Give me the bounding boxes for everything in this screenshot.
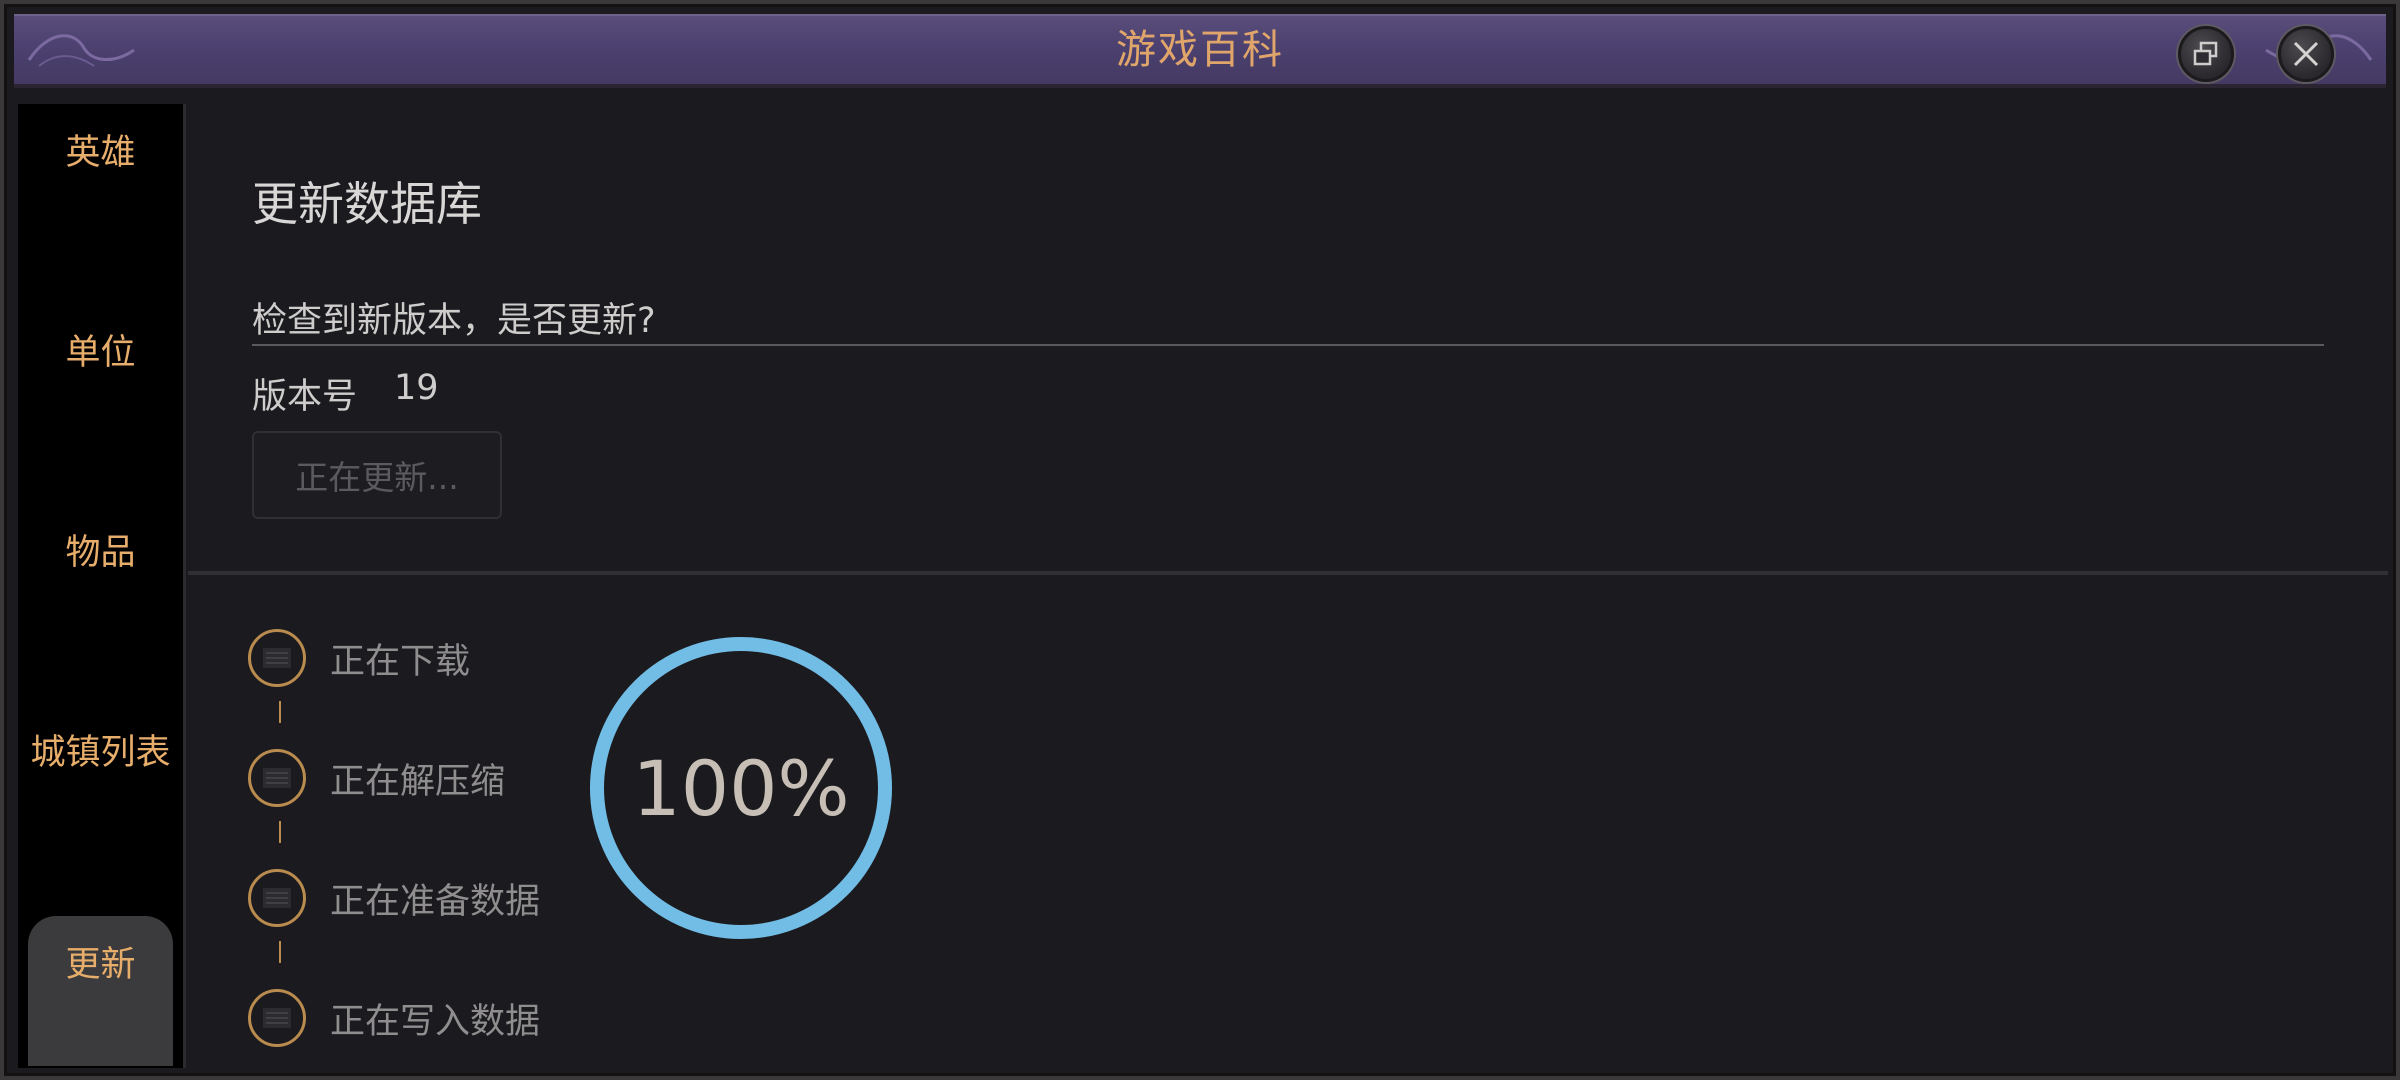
step-write: 正在写入数据 <box>248 986 540 1050</box>
restore-icon <box>2193 41 2218 66</box>
step-label: 正在解压缩 <box>330 761 506 802</box>
step-label: 正在准备数据 <box>330 881 541 922</box>
title-bar: 游戏百科 <box>14 14 2386 88</box>
step-marker <box>248 749 306 807</box>
sidebar-item-label: 城镇列表 <box>30 733 171 773</box>
sidebar-item-label: 英雄 <box>65 133 136 173</box>
update-panel: 更新数据库 检查到新版本，是否更新? 版本号 19 正在更新... <box>188 106 2388 571</box>
sidebar-item-update[interactable]: 更新 <box>28 916 173 1066</box>
close-button[interactable] <box>2278 26 2334 82</box>
step-prepare: 正在准备数据 <box>248 866 540 930</box>
sidebar-item-towns[interactable]: 城镇列表 <box>28 704 173 854</box>
divider <box>252 344 2324 346</box>
step-download: 正在下载 <box>248 626 470 690</box>
sidebar-divider <box>183 104 186 1068</box>
version-label: 版本号 <box>252 377 358 417</box>
sidebar-item-items[interactable]: 物品 <box>28 504 173 654</box>
document-icon <box>263 888 291 908</box>
update-question: 检查到新版本，是否更新? <box>252 301 656 341</box>
sidebar: 英雄 单位 物品 城镇列表 更新 <box>18 104 183 1068</box>
window-title: 游戏百科 <box>1116 27 1284 73</box>
sidebar-item-heroes[interactable]: 英雄 <box>28 104 173 254</box>
document-icon <box>263 648 291 668</box>
document-icon <box>263 768 291 788</box>
game-wiki-window: 游戏百科 英雄 单位 物品 城镇列表 更新 更新数据库 检查到新版本，是否更新?… <box>0 0 2400 1080</box>
step-connector <box>279 701 281 723</box>
sidebar-item-label: 单位 <box>65 333 136 373</box>
version-value: 19 <box>394 368 439 408</box>
step-marker <box>248 629 306 687</box>
sidebar-item-label: 更新 <box>65 945 136 985</box>
step-marker <box>248 989 306 1047</box>
step-decompress: 正在解压缩 <box>248 746 505 810</box>
close-icon <box>2293 41 2319 67</box>
step-marker <box>248 869 306 927</box>
step-connector <box>279 821 281 843</box>
sidebar-item-units[interactable]: 单位 <box>28 304 173 454</box>
progress-panel: 正在下载 正在解压缩 正在准备数据 正在写入数据 100% <box>188 575 2388 1068</box>
step-label: 正在写入数据 <box>330 1001 541 1042</box>
sidebar-item-label: 物品 <box>65 533 136 573</box>
page-title: 更新数据库 <box>252 177 482 231</box>
step-connector <box>279 941 281 963</box>
document-icon <box>263 1008 291 1028</box>
updating-button[interactable]: 正在更新... <box>252 431 502 519</box>
progress-percent: 100% <box>632 743 850 833</box>
step-label: 正在下载 <box>330 641 471 682</box>
restore-button[interactable] <box>2178 26 2234 82</box>
